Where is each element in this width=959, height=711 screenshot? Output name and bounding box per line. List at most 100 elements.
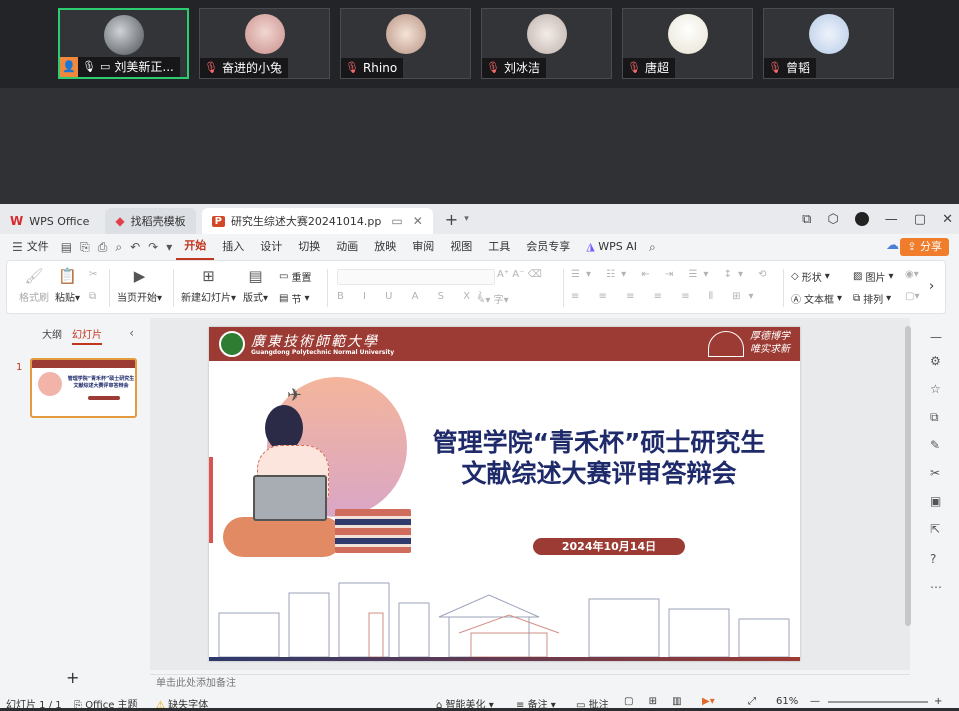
tab-member[interactable]: 会员专享 [518,234,578,260]
tab-template[interactable]: ◆ 找稻壳模板 [105,208,196,234]
wps-logo-icon: W [10,214,24,228]
close-icon[interactable]: ✕ [942,212,953,227]
notes-toggle[interactable]: ≡ 备注 ▾ [516,696,556,711]
cut-icon[interactable]: ✂ [89,269,97,280]
fill-color-icon[interactable]: ◉▾ [905,269,919,280]
new-tab-icon[interactable]: + [445,210,458,229]
font-size-buttons[interactable]: A⁺ A⁻ ⌫ [497,269,542,280]
play-slideshow-icon[interactable]: ▶▾ [702,696,715,707]
participant-tile[interactable]: 👤 🎙 ▭ 刘美新正... [58,8,189,79]
more-icon[interactable]: ⋯ [930,580,942,594]
link-icon[interactable]: ⎘ [76,234,94,260]
redo-icon[interactable]: ↷ [144,234,162,260]
tab-tools[interactable]: 工具 [480,234,518,260]
view-mode-buttons[interactable]: ▢ ⊞ ▥ [624,696,688,707]
tab-animation[interactable]: 动画 [328,234,366,260]
format-painter-button[interactable]: 🖌 格式刷 [19,265,49,304]
tab-transition[interactable]: 切换 [290,234,328,260]
tab-view[interactable]: 视图 [442,234,480,260]
fit-window-icon[interactable]: ⤢ [748,696,756,707]
play-from-current-button[interactable]: ▶ 当页开始▾ [117,265,162,304]
theme-button[interactable]: ⎘ Office 主题 [74,696,138,711]
new-slide-button[interactable]: ⊞ 新建幻灯片▾ [181,265,236,304]
minimize-icon[interactable]: — [885,212,898,227]
chevron-down-icon[interactable]: ▾ [162,234,176,260]
notes-area[interactable]: 单击此处添加备注 [150,674,910,692]
properties-icon[interactable]: ⚙ [930,354,941,368]
slide-title[interactable]: 管理学院“青禾杯”硕士研究生 文献综述大赛评审答辩会 [405,427,793,489]
tab-outline[interactable]: 大纲 [42,326,62,345]
tab-review[interactable]: 审阅 [404,234,442,260]
paste-button[interactable]: 📋 粘贴▾ [55,265,80,304]
wps-ai-button[interactable]: ◮ WPS AI [578,234,645,260]
help-icon[interactable]: ? [930,552,936,566]
participant-tile[interactable]: 🎙 曾韬 [763,8,894,79]
participant-tile[interactable]: 🎙 Rhino [340,8,471,79]
paragraph-list-buttons[interactable]: ☰▾ ☷▾ ⇤ ⇥ ☰▾ ↕▾ ⟲ [571,269,773,280]
maximize-icon[interactable]: ▢ [914,212,926,227]
hamburger-icon[interactable]: ☰ [8,234,27,260]
tab-slideshow[interactable]: 放映 [366,234,404,260]
font-style-buttons[interactable]: B I U A S X² [337,291,490,302]
highlight-color-button[interactable]: ✎▾ 字▾ [477,291,509,306]
arrange-button[interactable]: ⧉ 排列 ▾ [853,291,891,306]
participant-tile[interactable]: 🎙 刘冰洁 [481,8,612,79]
shape-button[interactable]: ◇ 形状 ▾ [791,269,830,284]
user-avatar-icon[interactable] [854,212,869,226]
tab-monitor-icon[interactable]: ▭ [391,214,402,228]
cube-icon[interactable]: ⬡ [827,212,838,227]
zoom-out-icon[interactable]: — [810,696,820,707]
slide-date[interactable]: 2024年10月14日 [533,538,685,555]
smart-beautify-button[interactable]: ⌂ 智能美化 ▾ [436,696,494,711]
menu-file[interactable]: 文件 [27,234,57,260]
print-preview-icon[interactable]: ⌕ [111,234,126,260]
vertical-scrollbar[interactable] [905,326,911,626]
picture-button[interactable]: ▨ 图片 ▾ [853,269,893,284]
copy-icon[interactable]: ⧉ [89,291,96,302]
reset-button[interactable]: ▭ 重置 [279,269,311,284]
share-icon[interactable]: ⇱ [930,522,940,536]
zoom-level[interactable]: 61% [776,696,798,707]
cloud-icon[interactable]: ☁ [886,238,899,253]
zoom-slider[interactable] [828,701,928,703]
ai-icon[interactable]: ✎ [930,438,940,452]
missing-font-button[interactable]: ⚠ 缺失字体 [156,696,208,711]
tab-slides[interactable]: 幻灯片 [72,326,102,345]
restore-layout-icon[interactable]: ⧉ [802,212,811,227]
tab-home[interactable]: 开始 [176,234,215,260]
chevron-down-icon[interactable]: ▾ [464,214,469,224]
slide-thumbnail[interactable]: 管理学院“青禾杯”硕士研究生 文献综述大赛评审答辩会 [30,358,137,418]
participant-tile[interactable]: 🎙 奋进的小兔 [199,8,330,79]
close-tab-icon[interactable]: ✕ [413,214,423,228]
book-icon[interactable]: ▣ [930,494,941,508]
tab-design[interactable]: 设计 [252,234,290,260]
comments-toggle[interactable]: ▭ 批注 [576,696,609,711]
section-button[interactable]: ▤ 节 ▾ [279,291,309,306]
copy-slides-icon[interactable]: ⧉ [930,410,939,425]
print-icon[interactable]: ⎙ [94,234,112,260]
participant-namebar: 🎙 刘冰洁 [482,58,546,78]
tab-wps-office[interactable]: W WPS Office [0,208,99,234]
participant-tile[interactable]: 🎙 唐超 [622,8,753,79]
outline-color-icon[interactable]: ▢▾ [905,291,919,302]
tab-insert[interactable]: 插入 [214,234,252,260]
tools-icon[interactable]: ✂ [930,466,940,480]
undo-icon[interactable]: ↶ [126,234,144,260]
layout-button[interactable]: ▤ 版式▾ [243,265,268,304]
star-icon[interactable]: ☆ [930,382,941,396]
save-icon[interactable]: ▤ [57,234,76,260]
ribbon-scroll-right-icon[interactable]: › [929,279,934,294]
tab-document[interactable]: P 研究生综述大赛20241014.pp ▭ ✕ [201,208,433,234]
search-icon[interactable]: ⌕ [645,234,660,260]
comment-icon: ▭ [576,700,586,711]
textbox-button[interactable]: Ⓐ 文本框 ▾ [791,291,842,306]
collapse-panel-icon[interactable]: ‹ [129,326,134,340]
ribbon-home: 🖌 格式刷 📋 粘贴▾ ✂ ⧉ ▶ 当页开始▾ ⊞ 新建幻灯片▾ ▤ 版式▾ ▭… [6,260,946,314]
add-slide-icon[interactable]: + [66,668,79,687]
minus-icon[interactable]: — [930,330,942,344]
font-name-select[interactable] [337,269,495,285]
slide[interactable]: 廣東技術師範大學 Guangdong Polytechnic Normal Un… [209,327,800,661]
share-button[interactable]: ⇪ 分享 [900,238,949,256]
alignment-buttons[interactable]: ≡ ≡ ≡ ≡ ≡ ⫴ ⊞▾ [571,291,762,302]
zoom-in-icon[interactable]: + [934,696,942,707]
